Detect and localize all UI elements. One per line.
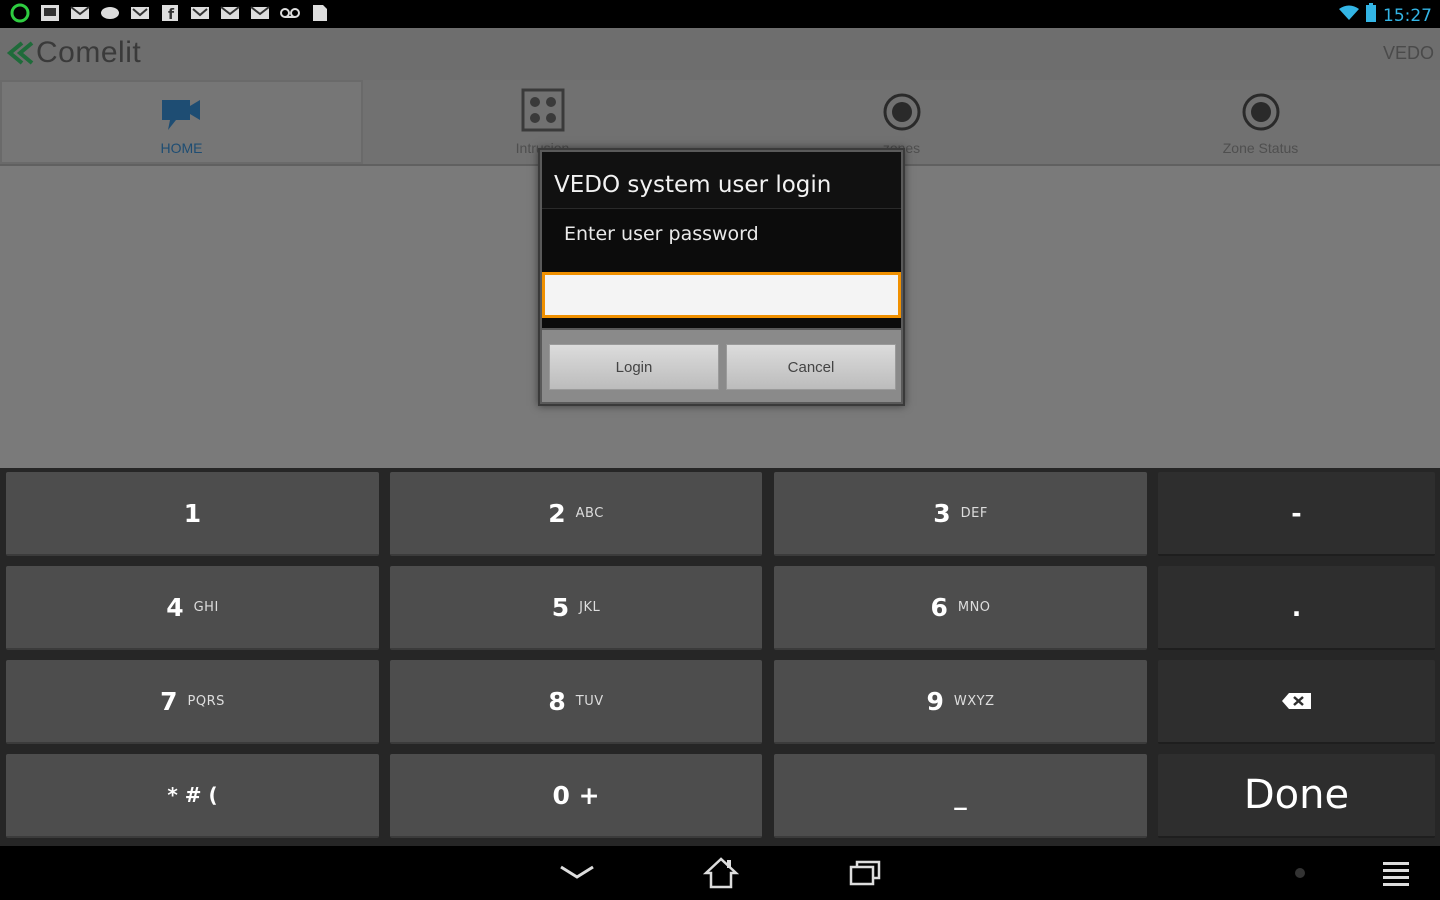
key-sub: ABC <box>575 505 604 521</box>
wifi-icon <box>1339 5 1359 26</box>
voicemail-icon <box>280 4 300 22</box>
key-main: 0 + <box>552 780 600 810</box>
key-main: 5 <box>551 592 570 622</box>
key-main: 9 <box>926 686 944 716</box>
key-2[interactable]: 2 ABC <box>390 472 762 556</box>
key-sub: PQRS <box>187 693 225 709</box>
done-key[interactable]: Done <box>1158 754 1435 838</box>
key-0[interactable]: 0 + <box>390 754 762 838</box>
indicator-dot-icon <box>1280 856 1320 890</box>
key-main: * # ( <box>167 783 218 807</box>
key-6[interactable]: 6 MNO <box>774 566 1147 650</box>
target-icon <box>1241 88 1281 132</box>
gmail-icon-2 <box>190 4 210 22</box>
login-button[interactable]: Login <box>549 344 719 390</box>
password-input-wrap <box>542 270 901 328</box>
key-main: 7 <box>160 686 178 716</box>
video-camera-icon <box>160 88 204 132</box>
key-sub: GHI <box>193 599 219 615</box>
key-sub: JKL <box>579 599 601 615</box>
facebook-icon: f <box>160 4 180 22</box>
key-9[interactable]: 9 WXYZ <box>774 660 1147 744</box>
logo-text: Comelit <box>36 36 142 69</box>
key-main: 6 <box>930 592 948 622</box>
recent-apps-icon[interactable] <box>845 856 885 890</box>
mail-icon-3 <box>250 4 270 22</box>
key-symbols[interactable]: * # ( <box>6 754 379 838</box>
key-main: 4 <box>166 592 184 622</box>
app-header: Comelit VEDO <box>0 28 1440 80</box>
notification-icons: f <box>10 3 330 23</box>
backspace-icon <box>1281 693 1311 709</box>
app-notification-icon <box>10 3 30 23</box>
key-sub: MNO <box>957 599 991 615</box>
document-icon <box>310 4 330 22</box>
menu-icon[interactable] <box>1376 856 1416 890</box>
done-label: Done <box>1243 772 1350 818</box>
clock: 15:27 <box>1383 5 1432 26</box>
key-period[interactable]: . <box>1158 566 1435 650</box>
key-main: . <box>1291 592 1302 622</box>
key-sub: DEF <box>960 505 988 521</box>
login-dialog: VEDO system user login Enter user passwo… <box>538 148 905 406</box>
status-right: 15:27 <box>1339 3 1432 28</box>
key-5[interactable]: 5 JKL <box>390 566 762 650</box>
numeric-keyboard: 1 2 ABC 3 DEF - 4 GHI 5 JKL 6 MNO . 7 PQRS 8 TU… <box>0 468 1440 846</box>
key-main: 2 <box>548 498 566 528</box>
tab-home[interactable]: HOME <box>0 80 363 164</box>
chat-icon <box>100 4 120 22</box>
hide-keyboard-icon[interactable] <box>557 856 597 890</box>
svg-text:f: f <box>168 7 175 22</box>
key-4[interactable]: 4 GHI <box>6 566 379 650</box>
key-main: - <box>1291 498 1302 528</box>
navigation-bar <box>0 846 1440 900</box>
key-1[interactable]: 1 <box>6 472 379 556</box>
key-main: 3 <box>933 498 951 528</box>
key-8[interactable]: 8 TUV <box>390 660 762 744</box>
key-7[interactable]: 7 PQRS <box>6 660 379 744</box>
key-backspace[interactable] <box>1158 660 1435 744</box>
gmail-icon <box>130 4 150 22</box>
header-vedo-label: VEDO <box>1382 43 1434 63</box>
cancel-button[interactable]: Cancel <box>726 344 896 390</box>
radio-icon <box>882 88 922 132</box>
comelit-chevron-icon <box>6 41 34 65</box>
grid-icon <box>521 88 565 132</box>
key-main: 8 <box>548 686 566 716</box>
dialog-buttons: Login Cancel <box>542 330 901 402</box>
battery-icon <box>1365 3 1377 28</box>
key-minus[interactable]: - <box>1158 472 1435 556</box>
mail-icon-2 <box>220 4 240 22</box>
key-sub: TUV <box>575 693 604 709</box>
key-sub: WXYZ <box>953 693 995 709</box>
key-space[interactable]: _ <box>774 754 1147 838</box>
comelit-logo: Comelit <box>6 36 141 70</box>
key-3[interactable]: 3 DEF <box>774 472 1147 556</box>
dialog-title: VEDO system user login <box>542 152 901 208</box>
home-icon[interactable] <box>701 856 741 890</box>
password-input[interactable] <box>542 272 901 318</box>
key-main: _ <box>954 780 967 810</box>
dialog-message: Enter user password <box>542 208 901 270</box>
key-main: 1 <box>183 498 202 528</box>
tab-label: HOME <box>160 140 203 156</box>
tab-label: Zone Status <box>1222 140 1299 156</box>
status-bar: f 15:27 <box>0 0 1440 28</box>
gallery-icon <box>40 4 60 22</box>
app-content: Comelit VEDO HOME Intrusion zones <box>0 28 1440 468</box>
mail-icon <box>70 4 90 22</box>
tab-zone-status[interactable]: Zone Status <box>1081 80 1440 164</box>
